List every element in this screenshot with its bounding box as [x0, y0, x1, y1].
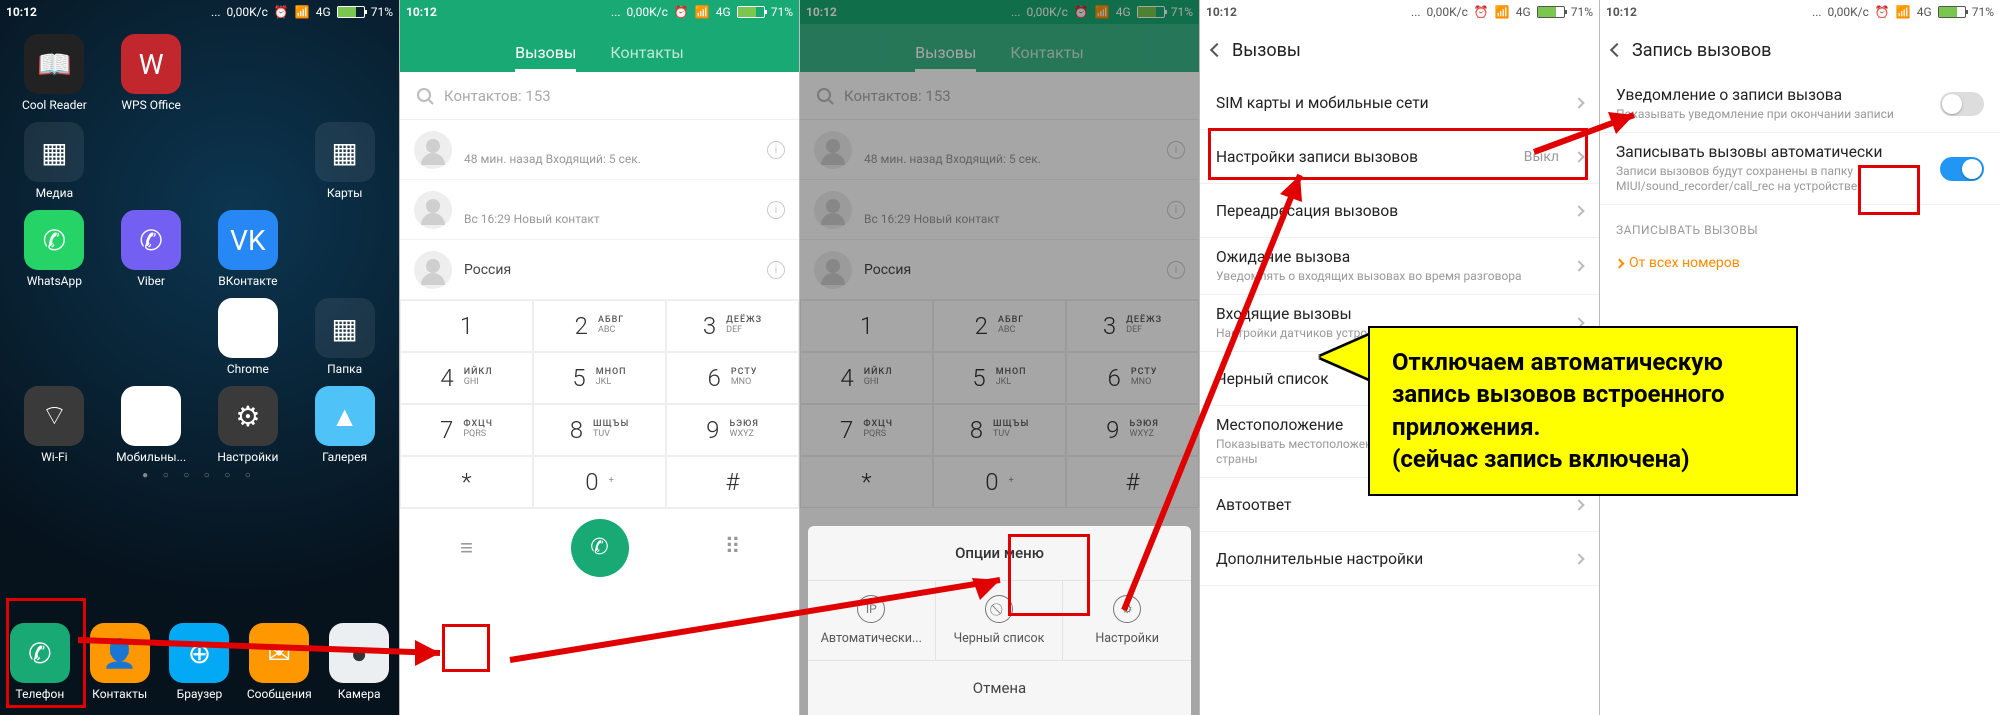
screen-dialer: 10:12 ...0,00K/c⏰📶4G71% Вызовы Контакты … [400, 0, 800, 715]
dock-Браузер[interactable]: ⊕Браузер [160, 623, 240, 701]
dock-Сообщения[interactable]: ✉Сообщения [239, 623, 319, 701]
key-*[interactable]: * [400, 456, 533, 508]
app-empty [6, 298, 103, 376]
settings-row[interactable]: SIM карты и мобильные сети [1200, 76, 1599, 130]
app-ВКонтакте[interactable]: VKВКонтакте [200, 210, 297, 288]
key-2[interactable]: 2АБВГABC [533, 300, 666, 352]
chevron-right-icon [1573, 97, 1584, 108]
app-Cool Reader[interactable]: 📖Cool Reader [6, 34, 103, 112]
app-empty [296, 34, 393, 112]
key-7[interactable]: 7ФХЦЧPQRS [400, 404, 533, 456]
status-bar: 10:12 ...0,00K/c⏰📶4G71% [1600, 0, 2000, 24]
app-Мобильны...[interactable]: ⇅Мобильны... [103, 386, 200, 464]
toggle-auto-record[interactable] [1940, 157, 1984, 181]
app-Chrome[interactable]: ◉Chrome [200, 298, 297, 376]
app-Медиа[interactable]: ▦Медиа [6, 122, 103, 200]
info-icon[interactable]: i [767, 261, 785, 279]
key-3[interactable]: 3ДЕЁЖЗDEF [666, 300, 799, 352]
header: Вызовы [1200, 24, 1599, 76]
app-empty [296, 210, 393, 288]
app-Viber[interactable]: ✆Viber [103, 210, 200, 288]
chevron-right-icon [1573, 151, 1584, 162]
tab-calls[interactable]: Вызовы [515, 43, 576, 72]
chevron-right-icon [1573, 553, 1584, 564]
dock-Контакты[interactable]: 👤Контакты [80, 623, 160, 701]
app-empty [103, 298, 200, 376]
app-Галерея[interactable]: ▲Галерея [296, 386, 393, 464]
avatar [414, 191, 452, 229]
key-9[interactable]: 9ЬЭЮЯWXYZ [666, 404, 799, 456]
opt-Настройки[interactable]: ⚙Настройки [1063, 581, 1191, 660]
key-1[interactable]: 1 [400, 300, 533, 352]
app-Wi-Fi[interactable]: ⌔Wi-Fi [6, 386, 103, 464]
back-icon[interactable] [1610, 43, 1624, 57]
dialpad-toggle[interactable]: ⠿ [666, 535, 799, 560]
tab-contacts[interactable]: Контакты [610, 43, 683, 72]
screen-dialer-menu: 10:12 ...0,00K/c⏰📶4G71% ВызовыКонтакты К… [800, 0, 1200, 715]
key-0[interactable]: 0+ [533, 456, 666, 508]
app-Папка[interactable]: ▦Папка [296, 298, 393, 376]
call-row[interactable]: Россия i [400, 240, 799, 300]
app-empty [103, 122, 200, 200]
key-6[interactable]: 6РСТУMNO [666, 352, 799, 404]
app-empty [200, 34, 297, 112]
app-empty [200, 122, 297, 200]
settings-row[interactable]: Переадресация вызовов [1200, 184, 1599, 238]
cancel-button[interactable]: Отмена [808, 661, 1191, 715]
menu-button[interactable]: ≡ [400, 535, 533, 561]
opt-Черный список[interactable]: ⃠Черный список [936, 581, 1064, 660]
app-Настройки[interactable]: ⚙Настройки [200, 386, 297, 464]
key-#[interactable]: # [666, 456, 799, 508]
page-title: Вызовы [1232, 40, 1301, 61]
battery-icon [337, 6, 365, 18]
sheet-title: Опции меню [808, 526, 1191, 580]
key-5[interactable]: 5МНОПJKL [533, 352, 666, 404]
callout-tail [1320, 335, 1370, 379]
row-auto-record[interactable]: Записывать вызовы автоматическиЗаписи вы… [1600, 133, 2000, 205]
callout: Отключаем автоматическую запись вызовов … [1368, 326, 1798, 496]
settings-row[interactable]: Настройки записи вызововВыкл [1200, 130, 1599, 184]
call-row[interactable]: 48 мин. назад Входящий: 5 сек. i [400, 120, 799, 180]
link-all-numbers[interactable]: От всех номеров [1600, 245, 2000, 281]
highlight-menu-btn [442, 624, 490, 672]
info-icon[interactable]: i [767, 141, 785, 159]
section-label: ЗАПИСЫВАТЬ ВЫЗОВЫ [1600, 205, 2000, 245]
key-8[interactable]: 8ШЩЪЫTUV [533, 404, 666, 456]
avatar [414, 131, 452, 169]
app-Карты[interactable]: ▦Карты [296, 122, 393, 200]
dock-Камера[interactable]: ●Камера [319, 623, 399, 701]
status-bar: 10:12 ...0,00K/c⏰📶4G71% [1200, 0, 1599, 24]
status-bar: 10:12 ...0,00K/c⏰📶4G71% [400, 0, 799, 24]
settings-row[interactable]: Ожидание вызоваУведомлять о входящих выз… [1200, 238, 1599, 295]
opt-Автоматически...[interactable]: IPАвтоматически... [808, 581, 936, 660]
dialer-tabs: Вызовы Контакты [400, 24, 799, 72]
chevron-right-icon [1573, 499, 1584, 510]
settings-row[interactable]: Дополнительные настройки [1200, 532, 1599, 586]
search-input[interactable]: Контактов: 153 [400, 72, 799, 120]
call-button[interactable]: ✆ [571, 519, 629, 577]
chevron-right-icon [1573, 205, 1584, 216]
bottom-bar: ≡ ✆ ⠿ [400, 508, 799, 586]
dock-Телефон[interactable]: ✆Телефон [0, 623, 80, 701]
screen-home: 10:12 ... 0,00K/c⏰📶 4G 71% 📖Cool ReaderW… [0, 0, 400, 715]
info-icon[interactable]: i [767, 201, 785, 219]
page-dots: ● ○ ○ ○ ○ ○ [0, 470, 399, 481]
toggle-notify[interactable] [1940, 92, 1984, 116]
row-notify[interactable]: Уведомление о записи вызоваПоказывать ув… [1600, 76, 2000, 133]
back-icon[interactable] [1210, 43, 1224, 57]
key-4[interactable]: 4ИЙКЛGHI [400, 352, 533, 404]
app-WPS Office[interactable]: WWPS Office [103, 34, 200, 112]
status-bar: 10:12 ... 0,00K/c⏰📶 4G 71% [0, 0, 399, 24]
chevron-right-icon [1573, 260, 1584, 271]
page-title: Запись вызовов [1632, 40, 1771, 61]
call-row[interactable]: Вс 16:29 Новый контакт i [400, 180, 799, 240]
avatar [414, 251, 452, 289]
search-icon [416, 87, 434, 105]
app-WhatsApp[interactable]: ✆WhatsApp [6, 210, 103, 288]
options-sheet: Опции меню IPАвтоматически...⃠Черный спи… [808, 526, 1191, 715]
